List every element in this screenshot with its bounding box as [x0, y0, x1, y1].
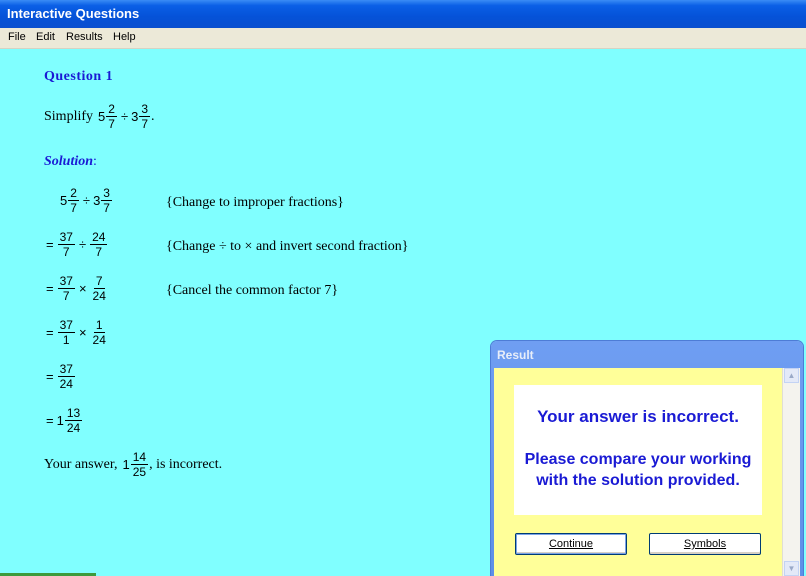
dialog-title: Result: [497, 348, 534, 362]
menu-edit[interactable]: Edit: [36, 31, 55, 43]
dialog-body: Your answer is incorrect. Please compare…: [494, 368, 800, 576]
solution-step-1: 5 27 ÷ 3 37: [60, 186, 112, 215]
solution-step-3: = 37 7 × 7 24: [46, 274, 106, 303]
result-dialog: Result Your answer is incorrect. Please …: [491, 341, 803, 576]
symbols-button[interactable]: Symbols: [649, 533, 761, 555]
message-compare: Please compare your working with the sol…: [524, 451, 752, 489]
question-prompt: Simplify 5 27 ÷ 3 37 .: [44, 102, 155, 131]
prompt-whole-2: 3: [131, 109, 139, 124]
message-incorrect: Your answer is incorrect.: [537, 407, 739, 426]
answer-line: Your answer, 1 14 25 , is incorrect.: [44, 450, 223, 479]
prompt-whole-1: 5: [98, 109, 106, 124]
dialog-scrollbar[interactable]: ▲ ▼: [782, 368, 800, 576]
prompt-fraction-2: 37: [139, 102, 150, 131]
main-window: Interactive Questions File Edit Results …: [0, 0, 806, 576]
scroll-down-icon[interactable]: ▼: [784, 561, 799, 576]
menu-help[interactable]: Help: [113, 31, 136, 43]
prompt-fraction-1: 27: [106, 102, 117, 131]
step-1-note: {Change to improper fractions}: [166, 195, 344, 210]
message-box: Your answer is incorrect. Please compare…: [514, 385, 762, 515]
solution-step-4: = 37 1 × 1 24: [46, 318, 106, 347]
prompt-prefix: Simplify: [44, 108, 94, 124]
continue-button[interactable]: Continue: [515, 533, 627, 555]
prompt-operator: ÷: [120, 109, 129, 124]
menu-bar: File Edit Results Help: [0, 28, 806, 49]
solution-step-2: = 37 7 ÷ 24 7: [46, 230, 108, 259]
step-2-note: {Change ÷ to × and invert second fractio…: [166, 239, 409, 254]
window-title: Interactive Questions: [7, 6, 140, 21]
title-bar[interactable]: Interactive Questions: [0, 0, 806, 28]
scroll-up-icon[interactable]: ▲: [784, 368, 799, 383]
prompt-period: .: [151, 108, 155, 124]
menu-file[interactable]: File: [8, 31, 26, 43]
solution-title: Solution:: [44, 154, 97, 169]
solution-step-5: = 37 24: [46, 362, 75, 391]
solution-step-6: = 1 13 24: [46, 406, 83, 435]
menu-results[interactable]: Results: [66, 31, 103, 43]
step-3-note: {Cancel the common factor 7}: [166, 283, 339, 298]
question-title: Question 1: [44, 69, 114, 84]
